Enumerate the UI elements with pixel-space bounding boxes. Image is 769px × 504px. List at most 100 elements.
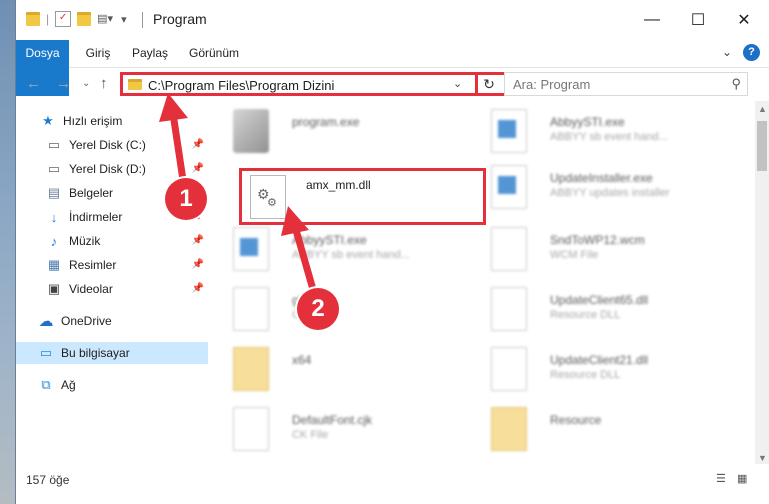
tab-home[interactable]: Giriş [78,40,118,67]
sidebar-item-disk-c[interactable]: ▭ Yerel Disk (C:) 📌 [16,134,208,156]
large-icons-view-icon[interactable]: ▦ [737,472,751,486]
folder-icon [128,79,142,90]
file-name: DefaultFont.cjk [292,413,373,427]
pin-icon: 📌 [191,259,204,270]
file-item[interactable]: AbbyySTI.exe ABBYY sb event hand... [483,105,729,161]
new-folder-icon[interactable] [77,12,92,26]
callout-badge-1: 1 [165,178,207,220]
quick-access-toolbar: | ✓ ▤▾ ▾ [26,9,127,29]
customize-toolbar-icon[interactable]: ▤▾ [97,12,113,26]
sidebar-item-label: Bu bilgisayar [61,346,130,360]
file-description: Resource DLL [550,309,621,321]
separator: | [46,12,50,26]
sidebar-item-disk-d[interactable]: ▭ Yerel Disk (D:) 📌 [16,158,208,180]
search-icon[interactable]: ⚲ [731,76,741,92]
status-bar: 157 öğe ☰ ▦ [16,464,769,504]
file-name: UpdateInstaller.exe [550,171,653,185]
file-list: program.exe AbbyySTI.exe ABBYY sb event … [225,101,739,464]
sidebar-item-quick-access[interactable]: ★ Hızlı erişim [16,110,208,132]
address-path[interactable]: C:\Program Files\Program Dizini [148,78,334,93]
recent-locations-icon[interactable]: ⌄ [82,78,90,89]
dll-icon [491,287,527,331]
file-description: ABBYY updates installer [550,187,670,199]
tab-view[interactable]: Görünüm [184,40,244,67]
file-description: WCM File [550,249,599,261]
file-name: UpdateClient65.dll [550,293,649,307]
desktop-background [0,0,16,504]
file-item[interactable]: Resource [483,403,729,459]
back-icon[interactable]: ← [26,75,41,92]
chevron-down-icon[interactable]: ⌄ [453,77,462,90]
pin-icon: 📌 [191,139,204,150]
scroll-down-icon[interactable]: ▼ [758,453,767,463]
file-description: Resource DLL [550,369,621,381]
vertical-scrollbar[interactable]: ▲ ▼ [755,101,769,464]
refresh-icon[interactable]: ↻ [475,72,500,96]
sidebar-item-music[interactable]: ♪ Müzik 📌 [16,230,208,252]
up-icon[interactable]: ↑ [100,75,108,92]
file-item[interactable]: DefaultFont.cjk CK File [225,403,471,459]
sidebar-item-label: Videolar [69,282,113,296]
file-item[interactable]: program.exe [225,105,471,161]
file-item[interactable]: UpdateClient21.dll Resource DLL [483,343,729,399]
dll-icon [491,347,527,391]
file-item[interactable]: SndToWP12.wcm WCM File [483,223,729,279]
sidebar-item-label: Müzik [69,234,101,248]
onedrive-icon: ☁ [38,313,54,330]
sidebar-item-this-pc[interactable]: ▭ Bu bilgisayar [16,342,208,364]
file-name: program.exe [292,115,360,129]
exe-icon [233,109,269,153]
document-icon [233,407,269,451]
toolbar-dropdown-icon[interactable]: ▾ [121,13,127,26]
maximize-button[interactable]: ☐ [675,6,721,34]
sidebar-item-label: Yerel Disk (C:) [69,138,146,152]
folder-icon [233,347,269,391]
gear-icon: ⚙ [267,197,277,209]
dll-icon: ⚙ ⚙ [250,175,286,219]
file-item[interactable]: UpdateInstaller.exe ABBYY updates instal… [483,161,729,217]
window-title: Program [153,11,207,27]
pin-icon: 📌 [191,163,204,174]
sidebar-item-pictures[interactable]: ▦ Resimler 📌 [16,254,208,276]
minimize-button[interactable]: — [629,6,675,34]
address-bar[interactable]: C:\Program Files\Program Dizini ⌄ ↻ [120,72,510,96]
drive-icon: ▭ [47,137,61,152]
file-item[interactable]: UpdateClient65.dll Resource DLL [483,283,729,339]
search-input[interactable]: Ara: Program ⚲ [504,72,748,96]
file-item[interactable]: AbbyySTI.exe ABBYY sb event hand... [225,223,471,279]
download-icon: ↓ [50,209,58,225]
help-icon[interactable]: ? [743,44,760,61]
details-view-icon[interactable]: ☰ [716,472,730,486]
app-icon [491,165,527,209]
item-count: 157 öğe [26,473,70,487]
file-item[interactable]: gbc... CK File [225,283,471,339]
sidebar-item-label: Yerel Disk (D:) [69,162,146,176]
file-name: amx_mm.dll [306,178,371,192]
highlighted-file-item[interactable]: ⚙ ⚙ amx_mm.dll [239,168,486,225]
sidebar-item-label: Resimler [69,258,117,272]
navigation-bar: ← → ⌄ ↑ C:\Program Files\Program Dizini … [16,68,769,101]
document-icon [233,287,269,331]
close-button[interactable]: ✕ [721,6,767,34]
scroll-up-icon[interactable]: ▲ [758,104,767,114]
sidebar-item-label: Hızlı erişim [63,114,123,128]
sidebar-item-label: Belgeler [69,186,114,200]
sidebar-item-network[interactable]: ⧉ Ağ [16,374,208,396]
properties-icon[interactable]: ✓ [55,11,72,27]
file-description: ABBYY sb event hand... [292,249,410,261]
forward-icon[interactable]: → [56,75,71,92]
pin-icon: 📌 [191,283,204,294]
pictures-icon: ▦ [47,257,61,272]
file-name: UpdateClient21.dll [550,353,649,367]
file-name: AbbyySTI.exe [550,115,625,129]
ribbon-tabs: Dosya Giriş Paylaş Görünüm ⌄ ? [16,40,769,96]
tab-share[interactable]: Paylaş [128,40,172,67]
explorer-window: | ✓ ▤▾ ▾ Program — ☐ ✕ Dosya Giriş Payla… [16,0,769,504]
file-name: AbbyySTI.exe [292,233,367,247]
scrollbar-thumb[interactable] [757,121,767,171]
expand-ribbon-icon[interactable]: ⌄ [722,45,732,59]
sidebar-item-onedrive[interactable]: ☁ OneDrive [16,310,208,332]
file-name: SndToWP12.wcm [550,233,645,247]
file-item[interactable]: x64 [225,343,471,399]
sidebar-item-videos[interactable]: ▣ Videolar 📌 [16,278,208,300]
